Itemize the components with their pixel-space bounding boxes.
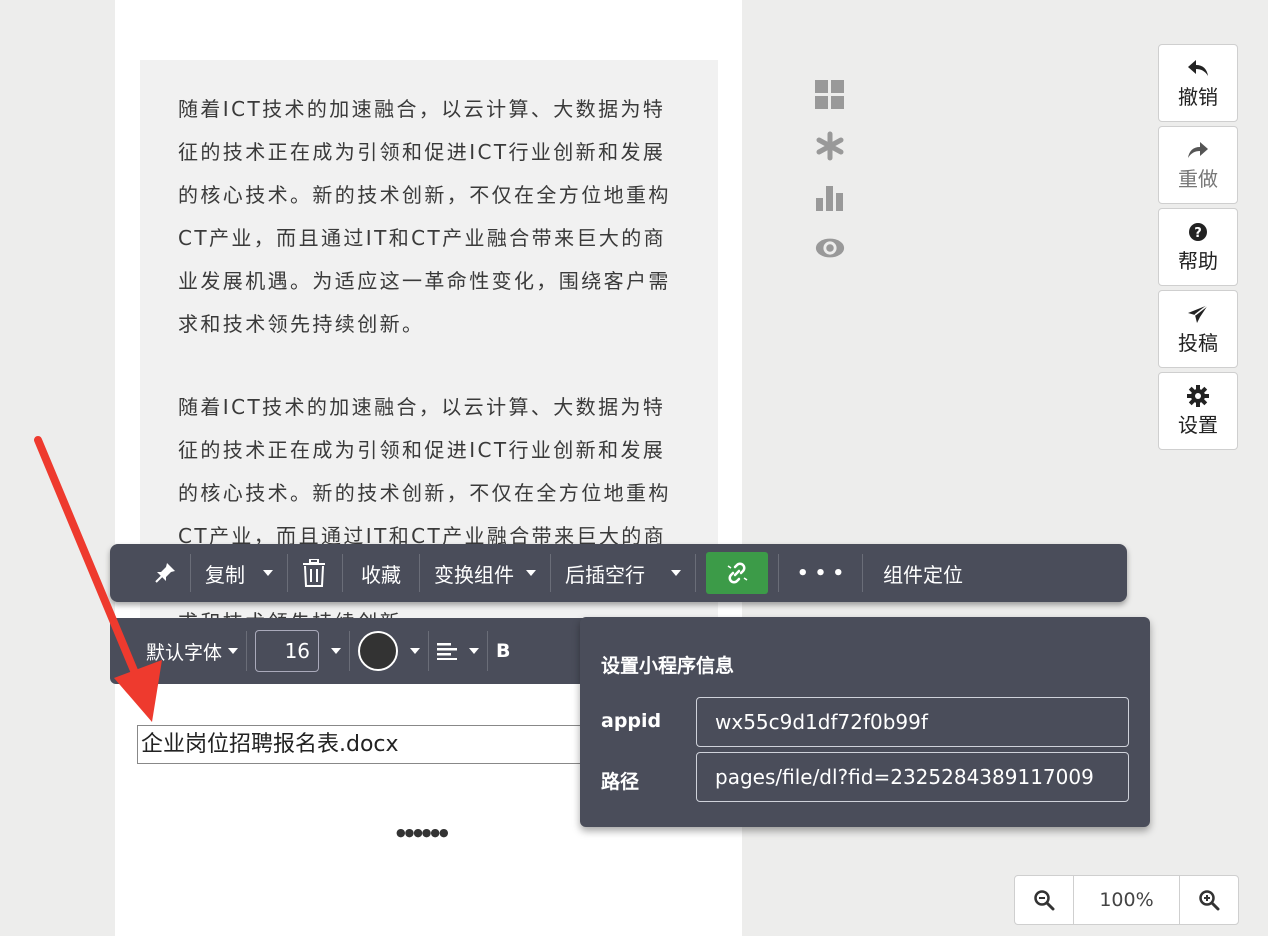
red-arrow-annotation	[34, 436, 162, 722]
